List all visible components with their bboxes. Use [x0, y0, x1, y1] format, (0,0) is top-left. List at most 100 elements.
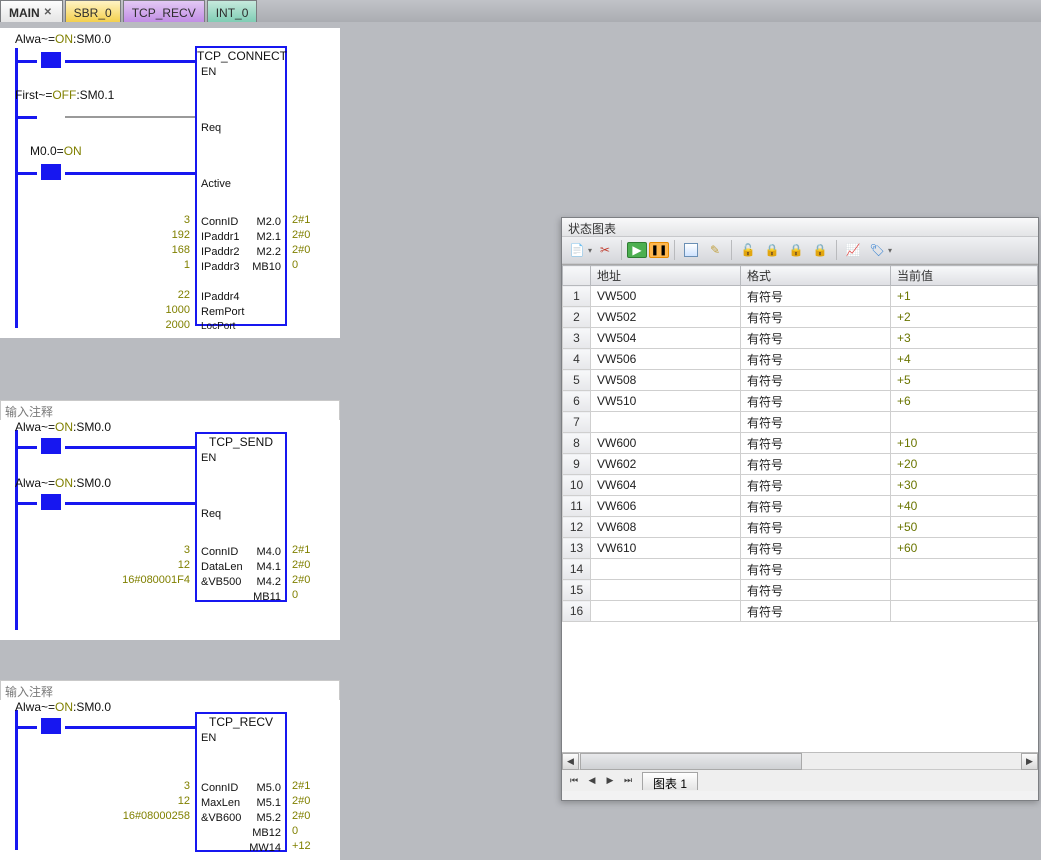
- table-row[interactable]: 13VW610有符号+60: [563, 538, 1038, 559]
- table-row[interactable]: 5VW508有符号+5: [563, 370, 1038, 391]
- cell-value[interactable]: [891, 601, 1038, 622]
- col-format[interactable]: 格式: [741, 266, 891, 286]
- unlock-button[interactable]: 🔓: [737, 239, 759, 261]
- edit-button[interactable]: ✎: [704, 239, 726, 261]
- cell-value[interactable]: [891, 412, 1038, 433]
- cell-value[interactable]: [891, 580, 1038, 601]
- cell-address[interactable]: VW606: [591, 496, 741, 517]
- cell-value[interactable]: +10: [891, 433, 1038, 454]
- network-3[interactable]: Alwa~=ON:SM0.0 TCP_RECV EN ConnID MaxLen…: [0, 700, 340, 860]
- cell-value[interactable]: +60: [891, 538, 1038, 559]
- cell-address[interactable]: VW502: [591, 307, 741, 328]
- cell-value[interactable]: +50: [891, 517, 1038, 538]
- nav-first-button[interactable]: ⏮: [566, 773, 582, 789]
- network-2[interactable]: Alwa~=ON:SM0.0 Alwa~=ON:SM0.0 TCP_SEND E…: [0, 420, 340, 640]
- cell-format[interactable]: 有符号: [741, 328, 891, 349]
- table-row[interactable]: 4VW506有符号+4: [563, 349, 1038, 370]
- block-tcp-connect[interactable]: TCP_CONNECT EN Req Active ConnID IPaddr1…: [195, 46, 287, 326]
- sheet-tab-1[interactable]: 图表 1: [642, 772, 698, 790]
- watch-table[interactable]: 地址 格式 当前值 1VW500有符号+12VW502有符号+23VW504有符…: [562, 264, 1038, 752]
- network-1[interactable]: Alwa~=ON:SM0.0 First~=OFF:SM0.1 M0.0=ON …: [0, 28, 340, 338]
- cell-format[interactable]: 有符号: [741, 433, 891, 454]
- cell-value[interactable]: +1: [891, 286, 1038, 307]
- cell-value[interactable]: +2: [891, 307, 1038, 328]
- cell-address[interactable]: VW500: [591, 286, 741, 307]
- cell-format[interactable]: 有符号: [741, 412, 891, 433]
- block-tcp-send[interactable]: TCP_SEND EN Req ConnID DataLen &VB500 M4…: [195, 432, 287, 602]
- cell-format[interactable]: 有符号: [741, 391, 891, 412]
- nav-prev-button[interactable]: ◀: [584, 773, 600, 789]
- cell-address[interactable]: [591, 601, 741, 622]
- cell-address[interactable]: [591, 559, 741, 580]
- col-address[interactable]: 地址: [591, 266, 741, 286]
- cell-address[interactable]: VW508: [591, 370, 741, 391]
- contact-sm00-2a-c[interactable]: [37, 436, 65, 456]
- contact-sm00-3c[interactable]: [37, 716, 65, 736]
- table-row[interactable]: 1VW500有符号+1: [563, 286, 1038, 307]
- tab-main[interactable]: MAIN ✕: [0, 0, 63, 22]
- cell-format[interactable]: 有符号: [741, 349, 891, 370]
- cell-format[interactable]: 有符号: [741, 286, 891, 307]
- close-icon[interactable]: ✕: [44, 8, 54, 18]
- col-value[interactable]: 当前值: [891, 266, 1038, 286]
- scrollbar-thumb[interactable]: [580, 753, 802, 770]
- scroll-right-button[interactable]: ▶: [1021, 753, 1038, 770]
- run-button[interactable]: ▶: [627, 242, 647, 258]
- status-chart-panel[interactable]: 状态图表 📄▾ ✂ ▶ ❚❚ ✎ 🔓 🔒 🔒 🔒 📈 🏷▾ 地址 格式 当前值 …: [561, 217, 1039, 801]
- cell-format[interactable]: 有符号: [741, 496, 891, 517]
- cell-address[interactable]: VW510: [591, 391, 741, 412]
- cell-value[interactable]: +6: [891, 391, 1038, 412]
- pause-button[interactable]: ❚❚: [649, 242, 669, 258]
- cell-value[interactable]: +20: [891, 454, 1038, 475]
- contact-m00[interactable]: [37, 162, 65, 182]
- cell-address[interactable]: VW610: [591, 538, 741, 559]
- cell-address[interactable]: [591, 412, 741, 433]
- cell-format[interactable]: 有符号: [741, 307, 891, 328]
- cell-address[interactable]: VW602: [591, 454, 741, 475]
- contact-sm00[interactable]: [37, 50, 65, 70]
- cell-format[interactable]: 有符号: [741, 601, 891, 622]
- scroll-left-button[interactable]: ◀: [562, 753, 579, 770]
- nav-next-button[interactable]: ▶: [602, 773, 618, 789]
- tab-tcprecv[interactable]: TCP_RECV: [123, 0, 205, 22]
- cell-address[interactable]: VW600: [591, 433, 741, 454]
- table-row[interactable]: 14有符号: [563, 559, 1038, 580]
- write-column-button[interactable]: [680, 239, 702, 261]
- cell-value[interactable]: +4: [891, 349, 1038, 370]
- tab-sbr0[interactable]: SBR_0: [65, 0, 121, 22]
- tag-button[interactable]: 🏷: [866, 239, 888, 261]
- cell-address[interactable]: VW608: [591, 517, 741, 538]
- contact-sm00-2b-c[interactable]: [37, 492, 65, 512]
- contact-sm01[interactable]: [37, 106, 65, 126]
- table-row[interactable]: 3VW504有符号+3: [563, 328, 1038, 349]
- cell-format[interactable]: 有符号: [741, 580, 891, 601]
- horizontal-scrollbar[interactable]: ◀ ▶: [562, 752, 1038, 769]
- table-row[interactable]: 15有符号: [563, 580, 1038, 601]
- cell-value[interactable]: +3: [891, 328, 1038, 349]
- cell-format[interactable]: 有符号: [741, 454, 891, 475]
- table-row[interactable]: 2VW502有符号+2: [563, 307, 1038, 328]
- block-tcp-recv[interactable]: TCP_RECV EN ConnID MaxLen &VB600 M5.0 M5…: [195, 712, 287, 852]
- table-row[interactable]: 11VW606有符号+40: [563, 496, 1038, 517]
- col-rownum[interactable]: [563, 266, 591, 286]
- table-row[interactable]: 8VW600有符号+10: [563, 433, 1038, 454]
- delete-table-button[interactable]: ✂: [594, 239, 616, 261]
- table-row[interactable]: 10VW604有符号+30: [563, 475, 1038, 496]
- tab-int0[interactable]: INT_0: [207, 0, 258, 22]
- table-row[interactable]: 6VW510有符号+6: [563, 391, 1038, 412]
- cell-value[interactable]: [891, 559, 1038, 580]
- cell-value[interactable]: +30: [891, 475, 1038, 496]
- cell-address[interactable]: [591, 580, 741, 601]
- nav-last-button[interactable]: ⏭: [620, 773, 636, 789]
- force-button[interactable]: 🔒: [761, 239, 783, 261]
- table-row[interactable]: 12VW608有符号+50: [563, 517, 1038, 538]
- new-table-button[interactable]: 📄: [566, 239, 588, 261]
- table-row[interactable]: 7有符号: [563, 412, 1038, 433]
- cell-value[interactable]: +40: [891, 496, 1038, 517]
- cell-format[interactable]: 有符号: [741, 475, 891, 496]
- cell-address[interactable]: VW504: [591, 328, 741, 349]
- cell-address[interactable]: VW604: [591, 475, 741, 496]
- cell-format[interactable]: 有符号: [741, 559, 891, 580]
- table-row[interactable]: 9VW602有符号+20: [563, 454, 1038, 475]
- cell-format[interactable]: 有符号: [741, 517, 891, 538]
